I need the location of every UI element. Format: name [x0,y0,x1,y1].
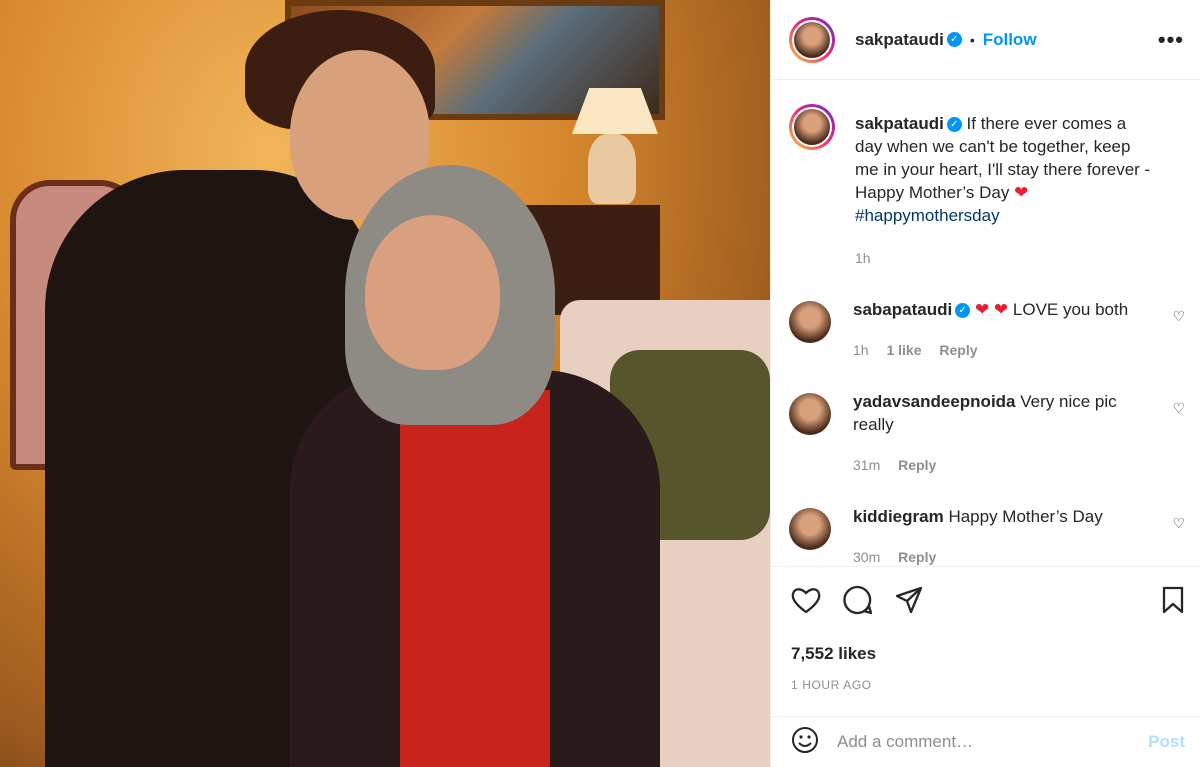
comment-bubble-icon[interactable] [843,585,873,620]
commenter-avatar[interactable] [789,393,831,435]
post-photo[interactable] [0,0,770,767]
caption: sakpataudi ✓ If there ever comes a day wh… [789,104,1185,270]
person-right-face [365,215,500,370]
post-comment-button[interactable]: Post [1148,732,1185,752]
like-comment-heart-icon[interactable]: ♡ [1172,515,1185,532]
share-paper-plane-icon[interactable] [895,586,923,619]
caption-username[interactable]: sakpataudi [855,114,944,133]
caption-avatar[interactable] [789,104,835,150]
comment-item: kiddiegram Happy Mother’s Day 30m Reply … [789,503,1185,566]
post-timestamp[interactable]: 1 HOUR AGO [791,678,1185,692]
hashtag-link[interactable]: #happymothersday [855,206,1000,225]
commenter-username[interactable]: yadavsandeepnoida [853,392,1016,411]
comment-likes[interactable]: 1 like [886,342,921,358]
author-username[interactable]: sakpataudi [855,30,944,50]
red-dress [400,390,550,767]
comment-time[interactable]: 1h [853,342,869,358]
more-options-icon[interactable]: ••• [1158,27,1184,53]
red-heart-emoji: ❤ ❤ [974,300,1009,319]
reply-button[interactable]: Reply [898,457,936,473]
commenter-username[interactable]: sabapataudi [853,300,952,319]
red-heart-emoji: ❤ [1014,183,1029,202]
verified-badge-icon: ✓ [955,303,971,319]
comments-list[interactable]: sakpataudi ✓ If there ever comes a day wh… [771,80,1200,566]
bookmark-save-icon[interactable] [1161,586,1185,619]
post-actions: 7,552 likes 1 HOUR AGO [771,566,1200,716]
comment-time[interactable]: 31m [853,457,880,473]
comment-text: LOVE you both [1012,300,1129,319]
reply-button[interactable]: Reply [939,342,977,358]
author-avatar[interactable] [789,16,835,63]
reply-button[interactable]: Reply [898,549,936,565]
verified-badge-icon: ✓ [946,32,962,47]
like-comment-heart-icon[interactable]: ♡ [1172,308,1185,325]
lamp-base [588,134,636,204]
likes-count[interactable]: 7,552 likes [791,644,1185,664]
comment-time[interactable]: 30m [853,549,880,565]
post-side-panel: sakpataudi ✓ • Follow ••• sakpataudi ✓ If… [770,0,1200,767]
commenter-avatar[interactable] [789,508,831,550]
comment-item: sabapataudi ✓ ❤ ❤ LOVE you both 1h 1 like… [789,296,1185,362]
verified-badge-icon: ✓ [946,117,962,133]
like-heart-icon[interactable] [791,586,821,619]
comment-text: Happy Mother’s Day [948,507,1103,526]
commenter-avatar[interactable] [789,301,831,343]
caption-time[interactable]: 1h [855,250,871,266]
comment-input[interactable] [837,732,1149,752]
comment-item: yadavsandeepnoida Very nice pic really 3… [789,388,1185,477]
commenter-username[interactable]: kiddiegram [853,507,944,526]
emoji-smiley-icon[interactable] [791,726,819,759]
separator-dot: • [969,31,975,48]
like-comment-heart-icon[interactable]: ♡ [1172,400,1185,417]
post-header: sakpataudi ✓ • Follow ••• [771,0,1200,80]
add-comment-bar: Post [771,716,1200,767]
follow-button[interactable]: Follow [983,30,1037,50]
